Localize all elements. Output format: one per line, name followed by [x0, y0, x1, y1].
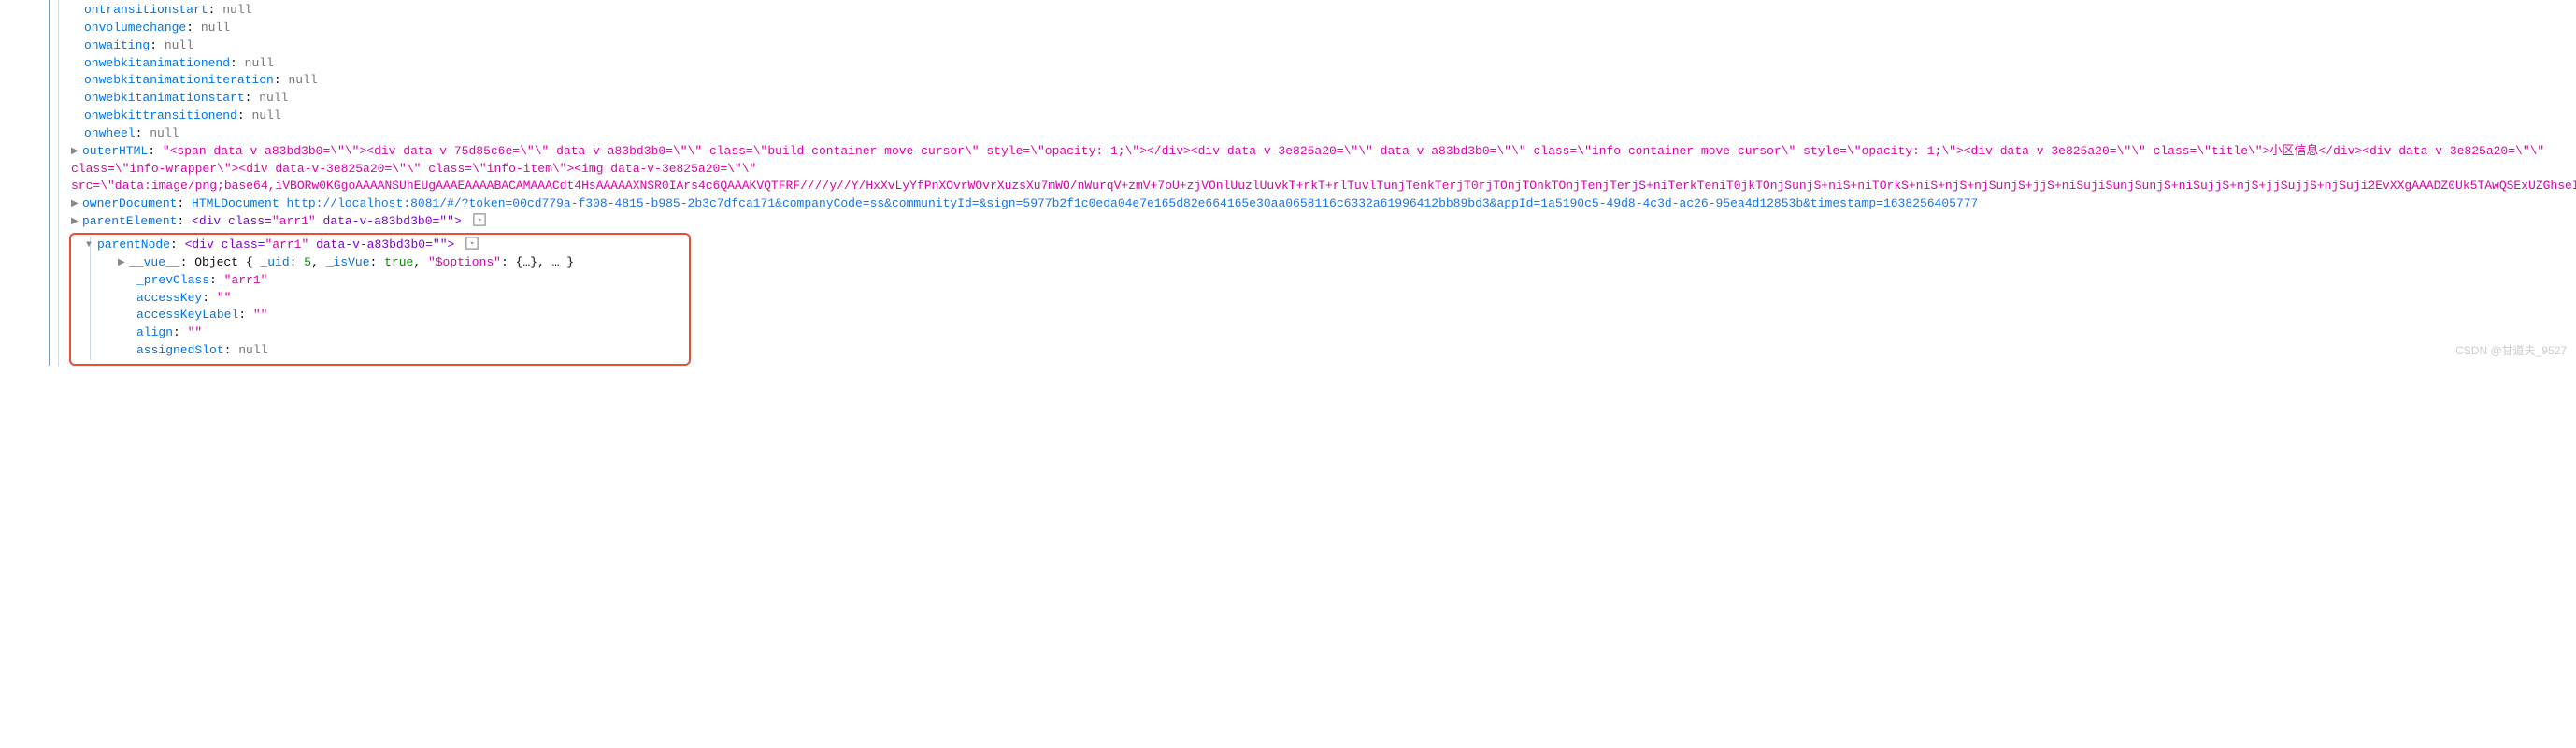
expand-icon[interactable]: ▶ [71, 198, 80, 212]
element-picker-icon[interactable] [465, 237, 479, 250]
elem-attr: data-v-a83bd3b0=""> [308, 237, 454, 252]
prop-key: onwebkitanimationend [84, 56, 230, 70]
prop-key: onvolumechange [84, 21, 186, 35]
prop-row[interactable]: onwebkitanimationend: null [47, 55, 2576, 73]
prop-row[interactable]: onwaiting: null [47, 37, 2576, 55]
elem-class: "arr1" [265, 237, 308, 252]
elem-class: "arr1" [272, 214, 316, 228]
prop-val: "" [253, 308, 268, 322]
watermark: CSDN @甘道夫_9527 [2455, 343, 2567, 359]
prop-row[interactable]: ontransitionstart: null [47, 2, 2576, 20]
prop-val: "" [217, 291, 232, 305]
prop-key: parentElement [82, 214, 177, 228]
prop-val: "<span data-v-a83bd3b0=\"\"><div data-v-… [71, 144, 2576, 194]
expand-icon[interactable]: ▶ [71, 216, 80, 230]
prop-key: parentNode [97, 237, 170, 252]
prop-row-outerhtml[interactable]: ▶outerHTML: "<span data-v-a83bd3b0=\"\">… [47, 143, 2576, 196]
prop-key: onwaiting [84, 38, 150, 52]
prop-row-parentnode[interactable]: ▼parentNode: <div class="arr1" data-v-a8… [86, 237, 689, 254]
expand-icon[interactable]: ▶ [118, 257, 127, 271]
prop-key: onwebkitanimationiteration [84, 73, 274, 87]
prop-key: outerHTML [82, 144, 148, 158]
prop-key: align [136, 325, 173, 339]
prop-val: null [238, 343, 267, 357]
prop-row[interactable]: onwheel: null [47, 125, 2576, 143]
prop-val: "" [188, 325, 203, 339]
prop-val: null [251, 108, 280, 122]
prop-row[interactable]: onwebkitanimationiteration: null [47, 72, 2576, 90]
prop-val: null [150, 126, 179, 140]
prop-val: null [259, 91, 288, 105]
elem-prefix: <div class= [192, 214, 272, 228]
collapse-icon[interactable]: ▼ [86, 239, 95, 253]
expand-icon[interactable]: ▶ [71, 146, 80, 160]
prop-row[interactable]: align: "" [86, 324, 689, 342]
prop-row-parentelement[interactable]: ▶parentElement: <div class="arr1" data-v… [47, 213, 2576, 231]
document-url: http://localhost:8081/#/?token=00cd779a-… [286, 196, 1978, 210]
prop-row-vue[interactable]: ▶__vue__: Object { _uid: 5, _isVue: true… [86, 254, 689, 272]
highlight-box: ▼parentNode: <div class="arr1" data-v-a8… [69, 233, 691, 366]
prop-row[interactable]: accessKeyLabel: "" [86, 307, 689, 324]
prop-val: null [165, 38, 193, 52]
prop-key: onwheel [84, 126, 136, 140]
prop-val: null [201, 21, 230, 35]
prop-key: accessKeyLabel [136, 308, 238, 322]
prop-class: HTMLDocument [192, 196, 279, 210]
prop-row-ownerdocument[interactable]: ▶ownerDocument: HTMLDocument http://loca… [47, 195, 2576, 213]
prop-val: null [222, 3, 251, 17]
prop-val: null [245, 56, 274, 70]
elem-prefix: <div class= [185, 237, 265, 252]
prop-key: ontransitionstart [84, 3, 208, 17]
prop-row[interactable]: assignedSlot: null [86, 342, 689, 360]
prop-key: assignedSlot [136, 343, 224, 357]
prop-key: onwebkittransitionend [84, 108, 237, 122]
prop-val: "arr1" [224, 273, 268, 287]
prop-key: onwebkitanimationstart [84, 91, 245, 105]
prop-key: __vue__ [129, 255, 180, 269]
prop-key: _prevClass [136, 273, 209, 287]
prop-val: null [288, 73, 317, 87]
element-picker-icon[interactable] [473, 213, 486, 226]
prop-key: accessKey [136, 291, 202, 305]
prop-row[interactable]: _prevClass: "arr1" [86, 272, 689, 290]
elem-attr: data-v-a83bd3b0=""> [316, 214, 462, 228]
obj-label: Object [194, 255, 238, 269]
prop-row[interactable]: accessKey: "" [86, 290, 689, 308]
prop-row[interactable]: onvolumechange: null [47, 20, 2576, 37]
prop-row[interactable]: onwebkitanimationstart: null [47, 90, 2576, 108]
prop-key: ownerDocument [82, 196, 177, 210]
prop-row[interactable]: onwebkittransitionend: null [47, 108, 2576, 125]
